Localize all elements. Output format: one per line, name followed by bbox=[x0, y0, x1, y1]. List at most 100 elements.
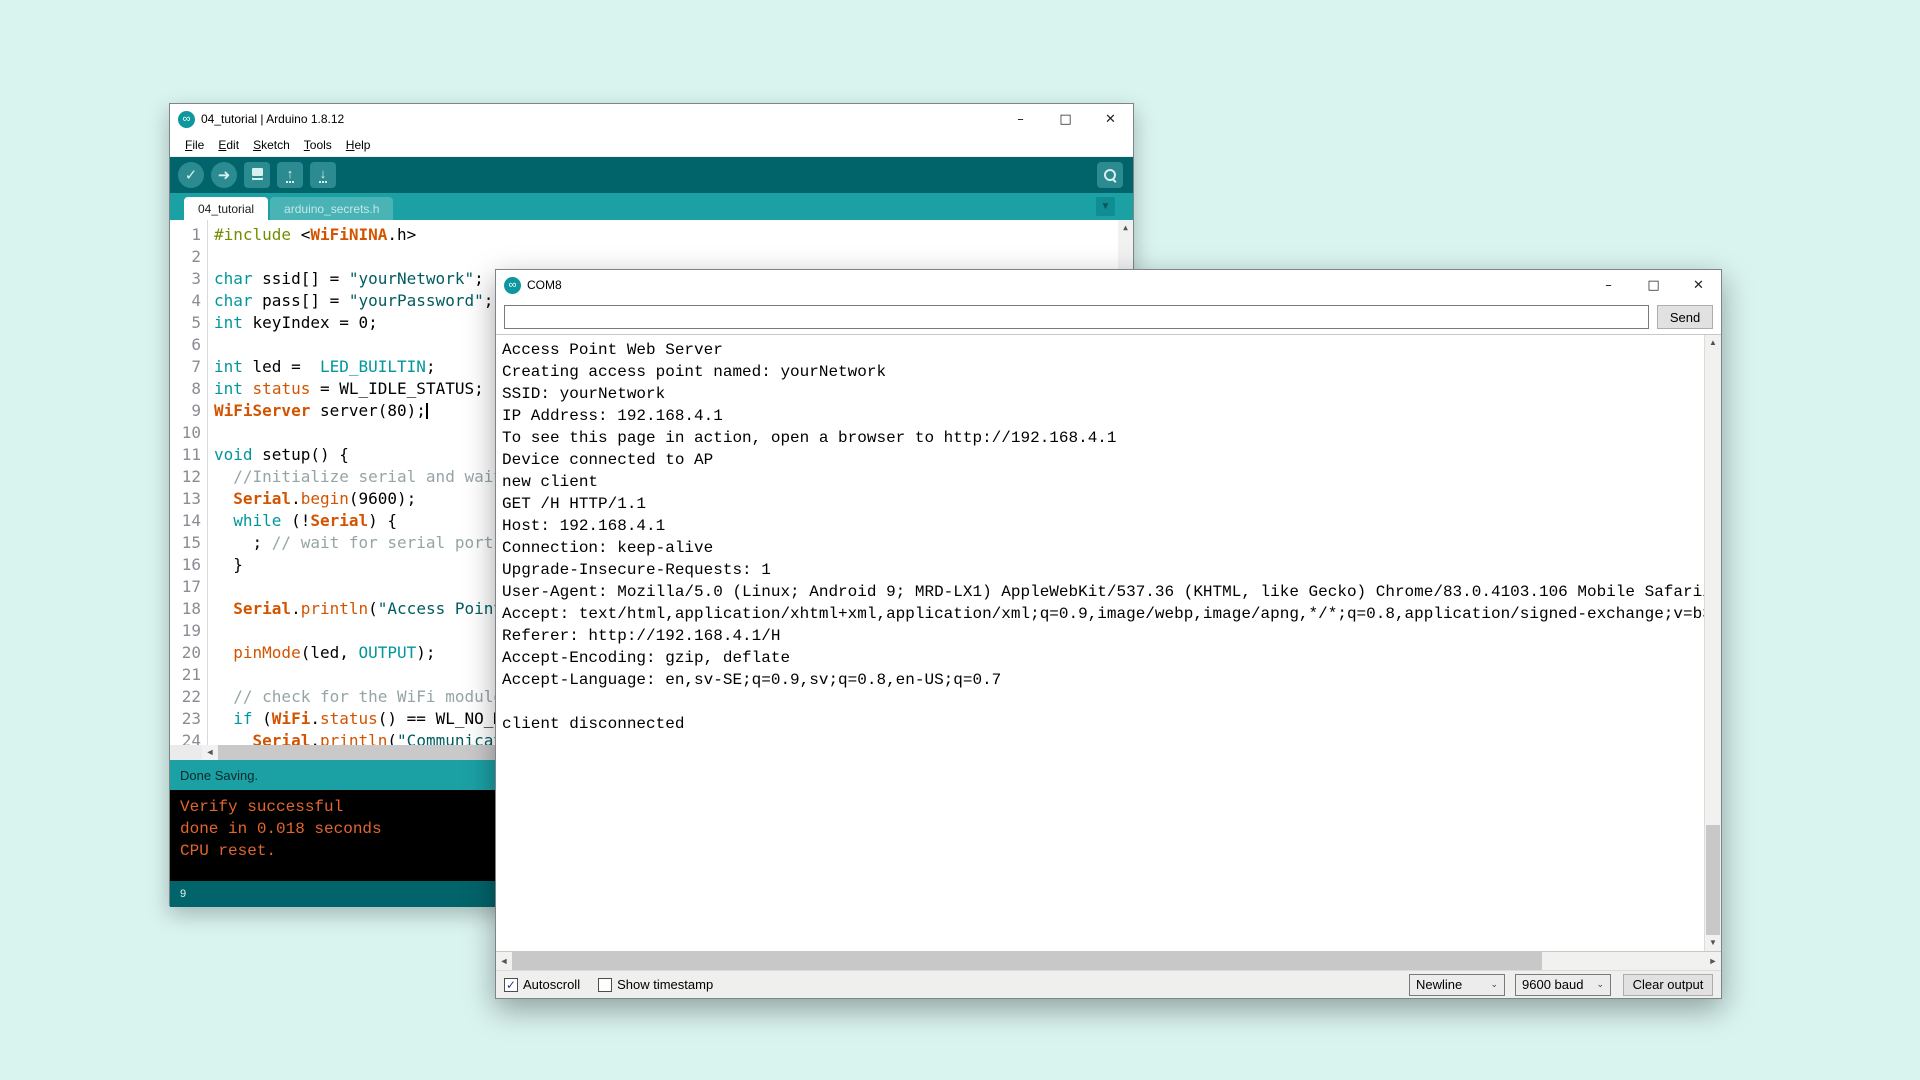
scrollbar-corner bbox=[170, 745, 202, 760]
show-timestamp-checkbox[interactable] bbox=[598, 978, 612, 992]
autoscroll-label: Autoscroll bbox=[523, 977, 580, 992]
serial-line: IP Address: 192.168.4.1 bbox=[502, 405, 1702, 427]
scroll-up-icon[interactable]: ▲ bbox=[1705, 335, 1721, 351]
tab-04_tutorial[interactable]: 04_tutorial bbox=[184, 197, 268, 220]
serial-line: Device connected to AP bbox=[502, 449, 1702, 471]
serial-line: GET /H HTTP/1.1 bbox=[502, 493, 1702, 515]
send-button[interactable]: Send bbox=[1657, 305, 1713, 329]
magnifier-icon bbox=[1104, 169, 1116, 181]
serial-bottom-bar: ✓ Autoscroll Show timestamp Newline ⌄ 96… bbox=[496, 970, 1721, 998]
line-number: 17 bbox=[170, 576, 201, 598]
scroll-right-icon[interactable]: ► bbox=[1705, 954, 1721, 969]
tab-dropdown-button[interactable]: ▼ bbox=[1096, 197, 1115, 216]
show-timestamp-label: Show timestamp bbox=[617, 977, 713, 992]
serial-line bbox=[502, 691, 1702, 713]
line-ending-value: Newline bbox=[1416, 977, 1462, 992]
text-cursor bbox=[426, 403, 428, 419]
line-number: 8 bbox=[170, 378, 201, 400]
serial-send-input[interactable] bbox=[504, 305, 1649, 329]
clear-output-button[interactable]: Clear output bbox=[1623, 974, 1713, 996]
ide-close-button[interactable]: ✕ bbox=[1088, 104, 1133, 134]
line-number: 20 bbox=[170, 642, 201, 664]
menu-file[interactable]: File bbox=[178, 136, 211, 154]
document-icon bbox=[252, 168, 263, 182]
code-line[interactable] bbox=[214, 246, 1133, 268]
menu-help[interactable]: Help bbox=[339, 136, 378, 154]
serial-window-title: COM8 bbox=[527, 278, 562, 292]
serial-titlebar[interactable]: ∞ COM8 – □ ✕ bbox=[496, 270, 1721, 300]
line-number: 21 bbox=[170, 664, 201, 686]
line-number: 9 bbox=[170, 400, 201, 422]
line-ending-dropdown[interactable]: Newline ⌄ bbox=[1409, 974, 1505, 996]
serial-line: Upgrade-Insecure-Requests: 1 bbox=[502, 559, 1702, 581]
serial-monitor-window: ∞ COM8 – □ ✕ Send Access Point Web Serve… bbox=[495, 269, 1722, 999]
line-number: 13 bbox=[170, 488, 201, 510]
serial-send-row: Send bbox=[496, 300, 1721, 334]
line-number: 12 bbox=[170, 466, 201, 488]
serial-close-button[interactable]: ✕ bbox=[1676, 270, 1721, 300]
serial-monitor-button[interactable] bbox=[1097, 162, 1123, 188]
ide-minimize-button[interactable]: – bbox=[998, 104, 1043, 134]
cursor-line-indicator: 9 bbox=[180, 888, 186, 900]
line-number: 5 bbox=[170, 312, 201, 334]
serial-line: Referer: http://192.168.4.1/H bbox=[502, 625, 1702, 647]
arduino-logo-icon: ∞ bbox=[504, 277, 521, 294]
line-number: 16 bbox=[170, 554, 201, 576]
menu-sketch[interactable]: Sketch bbox=[246, 136, 297, 154]
serial-line: Creating access point named: yourNetwork bbox=[502, 361, 1702, 383]
serial-horizontal-scrollbar[interactable]: ◄ ► bbox=[496, 952, 1721, 970]
upload-button[interactable]: ➜ bbox=[211, 162, 237, 188]
line-number: 15 bbox=[170, 532, 201, 554]
ide-toolbar: ✓ ➜ ↑ ↓ bbox=[170, 157, 1133, 193]
line-number: 22 bbox=[170, 686, 201, 708]
verify-button[interactable]: ✓ bbox=[178, 162, 204, 188]
scroll-left-icon[interactable]: ◄ bbox=[496, 954, 512, 969]
serial-minimize-button[interactable]: – bbox=[1586, 270, 1631, 300]
autoscroll-checkbox[interactable]: ✓ bbox=[504, 978, 518, 992]
menu-edit[interactable]: Edit bbox=[211, 136, 246, 154]
serial-line: Host: 192.168.4.1 bbox=[502, 515, 1702, 537]
line-number: 4 bbox=[170, 290, 201, 312]
ide-tabstrip: 04_tutorialarduino_secrets.h ▼ bbox=[170, 193, 1133, 220]
line-number: 2 bbox=[170, 246, 201, 268]
line-number: 6 bbox=[170, 334, 201, 356]
open-sketch-button[interactable]: ↑ bbox=[277, 162, 303, 188]
serial-line: SSID: yourNetwork bbox=[502, 383, 1702, 405]
save-sketch-button[interactable]: ↓ bbox=[310, 162, 336, 188]
serial-vscroll-track[interactable] bbox=[1705, 351, 1721, 935]
line-number: 3 bbox=[170, 268, 201, 290]
ide-titlebar[interactable]: ∞ 04_tutorial | Arduino 1.8.12 – □ ✕ bbox=[170, 104, 1133, 134]
line-number: 24 bbox=[170, 730, 201, 745]
serial-vscroll-thumb[interactable] bbox=[1706, 825, 1720, 935]
scroll-down-icon[interactable]: ▼ bbox=[1705, 935, 1721, 951]
serial-maximize-button[interactable]: □ bbox=[1631, 270, 1676, 300]
ide-maximize-button[interactable]: □ bbox=[1043, 104, 1088, 134]
code-line[interactable]: #include <WiFiNINA.h> bbox=[214, 224, 1133, 246]
serial-line: To see this page in action, open a brows… bbox=[502, 427, 1702, 449]
serial-line: new client bbox=[502, 471, 1702, 493]
scroll-left-icon[interactable]: ◄ bbox=[202, 745, 218, 760]
baud-rate-dropdown[interactable]: 9600 baud ⌄ bbox=[1515, 974, 1611, 996]
serial-line: client disconnected bbox=[502, 713, 1702, 735]
serial-line: Accept-Encoding: gzip, deflate bbox=[502, 647, 1702, 669]
scroll-up-icon[interactable]: ▲ bbox=[1118, 220, 1133, 235]
save-icon: ↓ bbox=[319, 167, 328, 183]
menu-tools[interactable]: Tools bbox=[297, 136, 339, 154]
serial-line: Accept: text/html,application/xhtml+xml,… bbox=[502, 603, 1702, 625]
serial-output-text[interactable]: Access Point Web ServerCreating access p… bbox=[496, 335, 1704, 951]
line-number: 19 bbox=[170, 620, 201, 642]
line-number: 1 bbox=[170, 224, 201, 246]
chevron-down-icon: ⌄ bbox=[1490, 979, 1498, 990]
open-icon: ↑ bbox=[286, 167, 295, 183]
arduino-logo-icon: ∞ bbox=[178, 111, 195, 128]
line-number: 7 bbox=[170, 356, 201, 378]
line-number: 10 bbox=[170, 422, 201, 444]
serial-output-area[interactable]: Access Point Web ServerCreating access p… bbox=[496, 334, 1721, 952]
serial-vertical-scrollbar[interactable]: ▲ ▼ bbox=[1704, 335, 1721, 951]
line-number: 14 bbox=[170, 510, 201, 532]
new-sketch-button[interactable] bbox=[244, 162, 270, 188]
line-number: 11 bbox=[170, 444, 201, 466]
tab-arduino_secrets-h[interactable]: arduino_secrets.h bbox=[270, 197, 393, 220]
serial-hscroll-thumb[interactable] bbox=[512, 952, 1542, 970]
line-number-gutter: 123456789101112131415161718192021222324 bbox=[170, 220, 208, 745]
